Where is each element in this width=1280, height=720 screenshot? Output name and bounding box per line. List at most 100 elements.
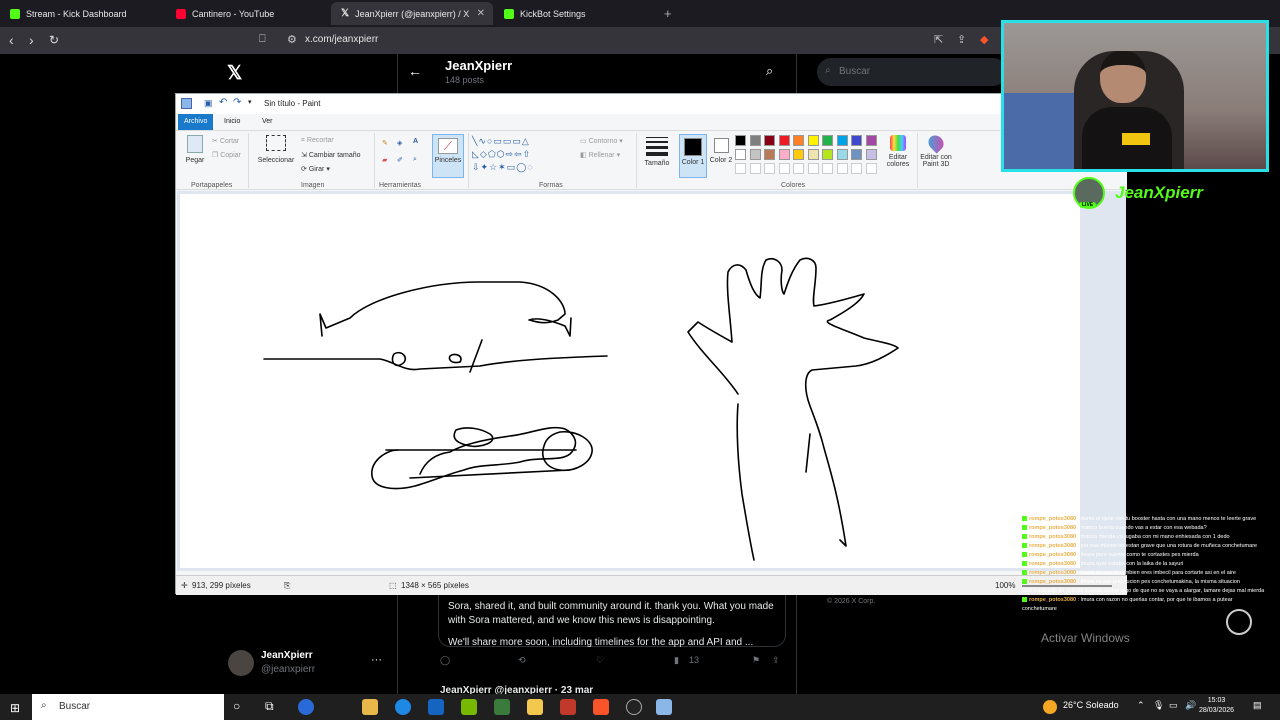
- chat-username[interactable]: rompe_potos3080: [1029, 525, 1076, 531]
- palette-swatch-empty[interactable]: [851, 163, 862, 174]
- weather-text[interactable]: 26°C Soleado: [1063, 700, 1119, 710]
- text-icon[interactable]: A: [413, 138, 418, 145]
- palette-swatch-empty[interactable]: [793, 163, 804, 174]
- fill-icon[interactable]: ◈: [397, 139, 402, 147]
- resize-button[interactable]: ⇲ Cambiar tamaño: [301, 151, 361, 159]
- paint-taskbar-icon[interactable]: [656, 699, 672, 715]
- color-picker-icon[interactable]: ✐: [397, 156, 403, 164]
- paste-button[interactable]: Pegar: [182, 135, 208, 164]
- palette-swatch[interactable]: [764, 149, 775, 160]
- taskbar-search[interactable]: ⌕ Buscar: [32, 694, 224, 720]
- brave-shield-icon[interactable]: ◆: [980, 33, 988, 46]
- size-button[interactable]: Tamaño: [641, 135, 673, 167]
- cut-button[interactable]: ✂ Cortar: [212, 137, 239, 145]
- pencil-icon[interactable]: ✎: [382, 139, 388, 147]
- chat-username[interactable]: rompe_potos3080: [1029, 516, 1076, 522]
- palette-swatch[interactable]: [735, 135, 746, 146]
- open-external-icon[interactable]: ⇱: [934, 33, 943, 46]
- shapes-gallery[interactable]: ╲∿○▭▭▭△ ◺◇⬠⬡⇨⇦⇧ ⇩✦☆✶▭◯◌: [472, 135, 568, 175]
- palette-swatch[interactable]: [764, 135, 775, 146]
- url-text[interactable]: x.com/jeanxpierr: [305, 34, 378, 45]
- palette-swatch[interactable]: [735, 149, 746, 160]
- task-view-icon[interactable]: ⧉: [265, 699, 274, 714]
- eraser-icon[interactable]: ▰: [382, 156, 387, 164]
- palette-swatch[interactable]: [865, 149, 877, 160]
- app-icon-7[interactable]: [560, 699, 576, 715]
- palette-swatch-empty[interactable]: [822, 163, 833, 174]
- menu-view[interactable]: Ver: [256, 116, 279, 127]
- views-icon[interactable]: ▮: [674, 655, 679, 666]
- palette-swatch[interactable]: [851, 149, 862, 160]
- palette-swatch-empty[interactable]: [807, 163, 819, 174]
- palette-swatch[interactable]: [822, 135, 833, 146]
- nvidia-icon[interactable]: [461, 699, 477, 715]
- palette-swatch-empty[interactable]: [764, 163, 775, 174]
- brave-icon[interactable]: [593, 699, 609, 715]
- rotate-button[interactable]: ⟳ Girar ▾: [301, 165, 330, 173]
- palette-swatch[interactable]: [836, 135, 848, 146]
- app-icon-1[interactable]: [298, 699, 314, 715]
- network-icon[interactable]: ▭: [1169, 700, 1178, 711]
- crop-button[interactable]: ⌗ Recortar: [301, 137, 334, 145]
- close-tab-icon[interactable]: ✕: [477, 8, 485, 19]
- palette-swatch[interactable]: [865, 135, 877, 146]
- retweet-icon[interactable]: ⟲: [518, 655, 526, 666]
- color2-button[interactable]: Color 2: [709, 134, 733, 164]
- cortana-icon[interactable]: ○: [233, 699, 240, 713]
- share-icon[interactable]: ⇪: [772, 655, 780, 666]
- reply-icon[interactable]: ◯: [440, 655, 450, 666]
- palette-swatch-empty[interactable]: [836, 163, 848, 174]
- paint3d-button[interactable]: Editar con Paint 3D: [918, 132, 954, 168]
- palette-swatch[interactable]: [749, 149, 761, 160]
- customize-icon[interactable]: ▾: [248, 98, 252, 106]
- store-icon[interactable]: [362, 699, 378, 715]
- brushes-button[interactable]: ⟋ Pinceles: [432, 134, 464, 178]
- mic-icon[interactable]: 🎙: [1153, 700, 1164, 711]
- palette-swatch[interactable]: [749, 135, 761, 146]
- undo-icon[interactable]: ↶: [219, 97, 227, 108]
- menu-home[interactable]: Inicio: [218, 116, 246, 127]
- palette-swatch-empty[interactable]: [865, 163, 877, 174]
- palette-swatch[interactable]: [851, 135, 862, 146]
- reload-icon[interactable]: ↻: [49, 32, 59, 48]
- search-icon[interactable]: ⌕: [766, 63, 773, 79]
- outline-button[interactable]: ▭ Contorno ▾: [580, 137, 623, 145]
- site-info-icon[interactable]: ⚙: [287, 33, 297, 46]
- palette-swatch[interactable]: [822, 149, 833, 160]
- palette-swatch-empty[interactable]: [735, 163, 746, 174]
- tray-overflow-icon[interactable]: ⌃: [1137, 700, 1145, 711]
- chat-username[interactable]: rompe_potos3080: [1029, 552, 1076, 558]
- more-icon[interactable]: ···: [371, 654, 382, 666]
- tab-x-profile[interactable]: 𝕏 JeanXpierr (@jeanxpierr) / X ✕: [331, 2, 493, 25]
- chat-username[interactable]: rompe_potos3080: [1029, 561, 1076, 567]
- palette-swatch[interactable]: [793, 149, 804, 160]
- bookmark-icon[interactable]: ⚑: [752, 655, 760, 666]
- new-tab-button[interactable]: +: [664, 6, 672, 21]
- palette-swatch[interactable]: [778, 149, 790, 160]
- back-icon[interactable]: ‹: [9, 32, 14, 48]
- palette-swatch-empty[interactable]: [749, 163, 761, 174]
- palette-swatch[interactable]: [836, 149, 848, 160]
- chat-username[interactable]: rompe_potos3080: [1029, 534, 1076, 540]
- copy-button[interactable]: ❐ Copiar: [212, 151, 241, 159]
- drawing-canvas[interactable]: [180, 194, 1080, 568]
- forward-icon[interactable]: ›: [29, 32, 34, 48]
- app-icon-5[interactable]: [494, 699, 510, 715]
- palette-swatch[interactable]: [807, 135, 819, 146]
- select-button[interactable]: Seleccionar: [256, 135, 296, 164]
- like-icon[interactable]: ♡: [596, 655, 604, 666]
- palette-swatch[interactable]: [807, 149, 819, 160]
- chat-username[interactable]: rompe_potos3080: [1029, 597, 1076, 603]
- chat-username[interactable]: rompe_potos3080: [1029, 579, 1076, 585]
- save-icon[interactable]: ▣: [204, 98, 213, 109]
- back-arrow-icon[interactable]: ←: [408, 63, 422, 79]
- menu-file[interactable]: Archivo: [178, 114, 214, 130]
- chat-username[interactable]: rompe_potos3080: [1029, 543, 1076, 549]
- share-icon[interactable]: ⇪: [957, 33, 966, 46]
- mail-icon[interactable]: [428, 699, 444, 715]
- bookmark-icon[interactable]: ⎕: [259, 33, 266, 46]
- clock[interactable]: 15:03 28/03/2026: [1199, 696, 1234, 716]
- fill-button[interactable]: ◧ Rellenar ▾: [580, 151, 620, 159]
- obs-icon[interactable]: [626, 699, 642, 715]
- palette-swatch-empty[interactable]: [778, 163, 790, 174]
